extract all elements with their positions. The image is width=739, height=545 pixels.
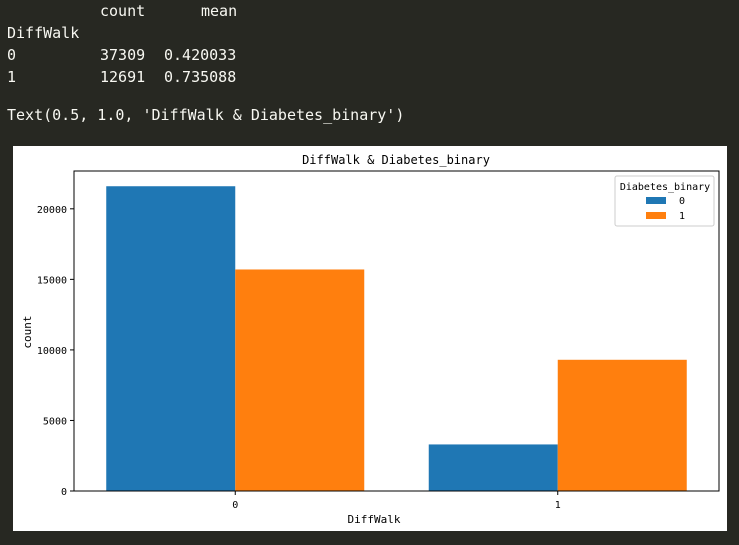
dataframe-row: 1 12691 0.735088 [7,66,236,88]
legend-label: 1 [679,211,685,222]
row-mean-value: 0.420033 [164,46,237,64]
chart-title: DiffWalk & Diabetes_binary [302,153,490,167]
bar-diffwalk-1-diabetes-0 [428,444,558,491]
x-tick-label: 0 [232,500,238,511]
legend-title: Diabetes_binary [620,182,710,193]
row-mean-value: 0.735088 [164,68,237,86]
column-header-mean: mean [201,2,238,20]
y-axis-label: count [21,315,34,348]
chart-figure: DiffWalk & Diabetes_binary DiffWalk coun… [13,146,727,531]
row-index: 0 [7,46,17,64]
y-tick-label: 5000 [43,416,67,427]
row-count-value: 12691 [100,68,146,86]
legend-swatch [646,212,666,219]
x-axis-ticks: 01 [232,491,561,511]
row-count-value: 37309 [100,46,146,64]
y-tick-label: 0 [61,487,67,498]
legend-label: 0 [679,196,685,207]
legend-swatch [646,197,666,204]
dataframe-row: 0 37309 0.420033 [7,44,236,66]
column-header-count: count [100,2,146,20]
dataframe-header-row: count mean [7,0,237,22]
index-name: DiffWalk [7,24,80,42]
text-repr-output: Text(0.5, 1.0, 'DiffWalk & Diabetes_bina… [7,106,405,124]
bar-chart: DiffWalk & Diabetes_binary DiffWalk coun… [21,153,720,526]
x-tick-label: 1 [555,500,561,511]
x-axis-label: DiffWalk [348,513,401,526]
bar-diffwalk-1-diabetes-1 [557,359,687,491]
row-index: 1 [7,68,17,86]
y-tick-label: 10000 [37,346,67,357]
y-axis-ticks: 0 5000 10000 15000 20000 [37,205,74,498]
bars-layer [106,186,687,491]
bar-diffwalk-0-diabetes-1 [235,269,365,491]
bar-diffwalk-0-diabetes-0 [106,186,236,491]
y-tick-label: 15000 [37,275,67,286]
dataframe-output: count mean DiffWalk 0 37309 0.420033 1 1… [7,0,237,88]
chart-legend: Diabetes_binary 0 1 [614,175,715,227]
dataframe-index-name-row: DiffWalk [7,22,79,44]
cell-output-area: count mean DiffWalk 0 37309 0.420033 1 1… [0,0,739,545]
y-tick-label: 20000 [37,205,67,216]
